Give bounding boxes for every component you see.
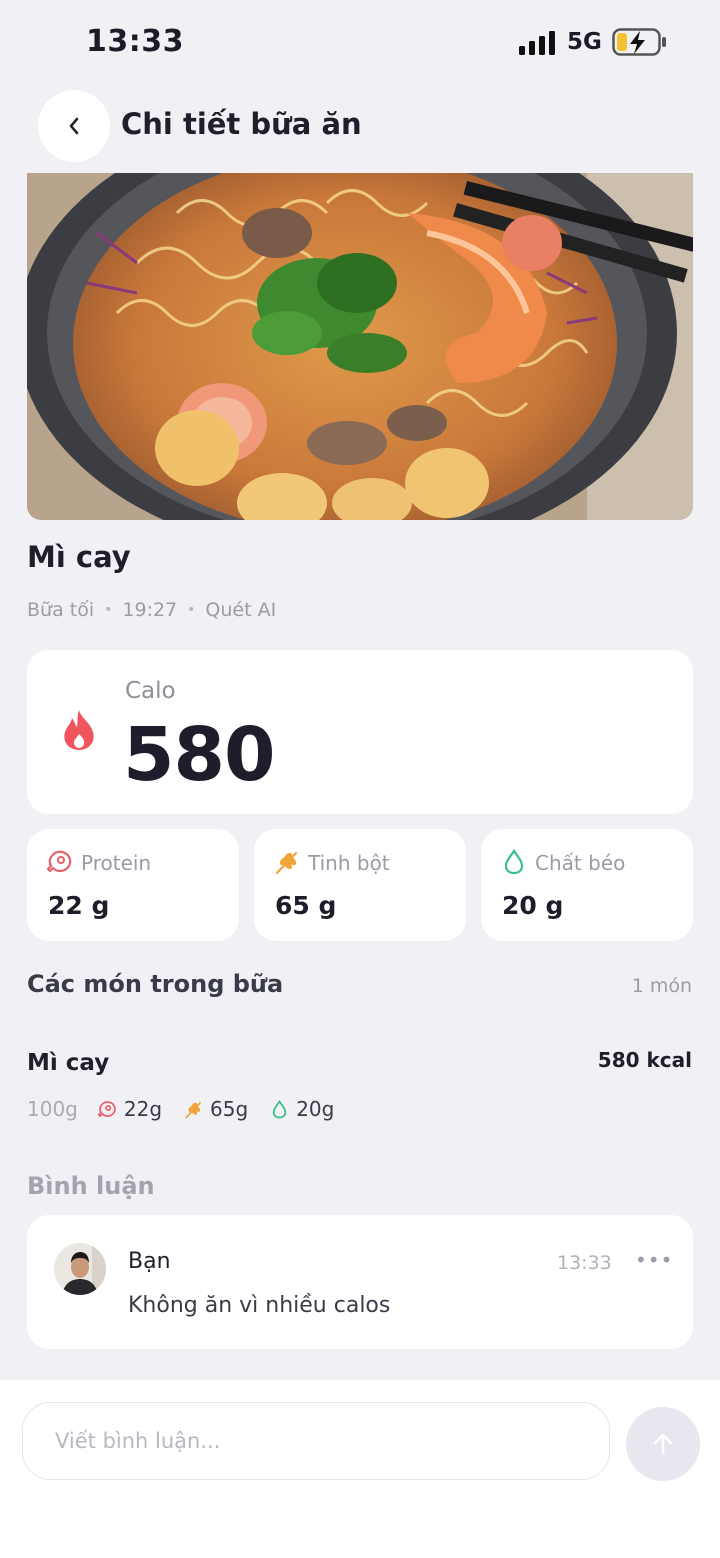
- macro-card-protein: Protein 22 g: [27, 829, 239, 941]
- meal-photo[interactable]: [27, 173, 693, 520]
- items-section-title: Các món trong bữa: [27, 970, 284, 998]
- status-time: 13:33: [86, 24, 184, 59]
- comment-composer: [0, 1380, 720, 1558]
- more-options-icon[interactable]: •••: [635, 1248, 673, 1272]
- food-item-name[interactable]: Mì cay: [27, 1050, 109, 1076]
- comment-author: Bạn: [128, 1249, 171, 1274]
- network-type: 5G: [567, 29, 602, 55]
- food-item-kcal: 580 kcal: [597, 1048, 692, 1072]
- comments-section-title: Bình luận: [27, 1172, 155, 1200]
- macro-value: 22 g: [48, 891, 110, 920]
- meal-type: Bữa tối: [27, 599, 95, 621]
- calorie-value: 580: [123, 712, 275, 798]
- page-title: Chi tiết bữa ăn: [121, 107, 362, 141]
- wheat-icon: [275, 851, 298, 875]
- separator-dot: •: [104, 602, 113, 618]
- macro-label: Tinh bột: [308, 851, 390, 875]
- items-count: 1 món: [631, 975, 692, 997]
- meal-time: 19:27: [122, 599, 178, 621]
- avatar: [54, 1243, 106, 1295]
- meal-meta: Bữa tối • 19:27 • Quét AI: [27, 599, 276, 621]
- meat-icon: [97, 1100, 116, 1117]
- comment-input[interactable]: [22, 1402, 610, 1480]
- food-item-fat: 20g: [296, 1097, 335, 1121]
- arrow-up-icon: [653, 1433, 673, 1455]
- macro-label: Protein: [81, 851, 152, 875]
- send-button[interactable]: [626, 1407, 700, 1481]
- back-button[interactable]: [38, 90, 110, 162]
- food-item-macros: 100g 22g 65g 20g: [27, 1097, 356, 1121]
- macro-card-carbs: Tinh bột 65 g: [254, 829, 466, 941]
- comment-text: Không ăn vì nhiều calos: [128, 1293, 391, 1318]
- food-item-protein: 22g: [123, 1097, 163, 1121]
- meat-icon: [47, 850, 72, 873]
- separator-dot: •: [187, 602, 196, 618]
- comment-card: Bạn 13:33 ••• Không ăn vì nhiều calos: [27, 1215, 693, 1349]
- macro-card-fat: Chất béo 20 g: [481, 829, 693, 941]
- drop-icon: [504, 849, 524, 875]
- chevron-left-icon: [69, 117, 79, 135]
- flame-icon: [64, 710, 94, 750]
- signal-icon: [519, 31, 555, 55]
- meal-source: Quét AI: [205, 599, 277, 621]
- food-item-weight: 100g: [27, 1097, 78, 1121]
- macro-value: 20 g: [502, 891, 564, 920]
- calorie-card: Calo 580: [27, 650, 693, 814]
- food-item-carbs: 65g: [210, 1097, 249, 1121]
- macro-label: Chất béo: [535, 851, 626, 875]
- drop-icon: [272, 1099, 287, 1118]
- macro-value: 65 g: [275, 891, 337, 920]
- calorie-label: Calo: [125, 678, 176, 704]
- meal-name: Mì cay: [27, 540, 131, 574]
- wheat-icon: [185, 1101, 201, 1118]
- comment-time: 13:33: [557, 1252, 612, 1274]
- battery-charging-icon: [612, 28, 666, 56]
- status-bar: 13:33 5G: [0, 0, 720, 86]
